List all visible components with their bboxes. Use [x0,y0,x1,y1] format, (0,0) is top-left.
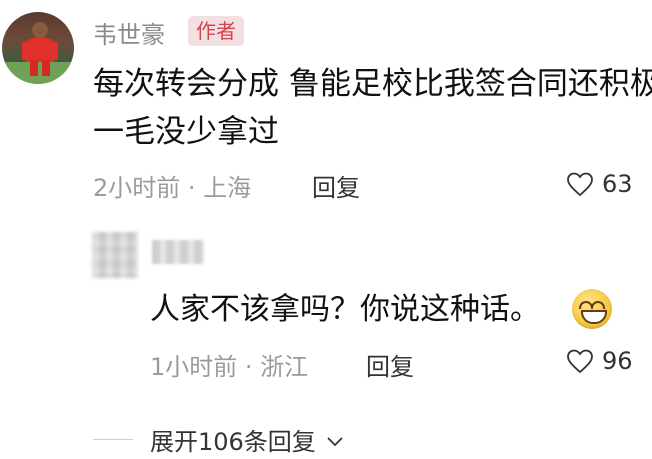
chevron-down-icon [327,437,344,447]
reply-like-button[interactable]: 96 [566,347,633,375]
smiling-face-emoji [572,289,612,329]
reply-like-count: 96 [602,347,633,375]
reply-time: 1小时前 [150,353,238,381]
reply-avatar[interactable] [92,232,138,278]
reply-username[interactable]: 用户 [152,240,204,264]
reply-reply-button[interactable]: 回复 [366,347,414,382]
heart-outline-icon [567,349,593,374]
heart-outline-icon [567,172,593,197]
expand-replies-label: 展开106条回复 [150,428,316,456]
reply-location: 浙江 [260,353,309,381]
comment-reply-button[interactable]: 回复 [312,168,360,203]
comment-meta: 2小时前 · 上海 [93,174,252,202]
expand-replies-button[interactable]: 展开106条回复 [150,422,344,457]
comment-like-button[interactable]: 63 [566,170,633,198]
comment-time: 2小时前 [93,174,181,202]
reply-meta: 1小时前 · 浙江 [150,353,309,381]
reply-text: 人家不该拿吗？你说这种话。 [150,292,540,327]
player-photo [2,22,74,84]
comment-location: 上海 [203,174,252,202]
author-badge: 作者 [188,16,244,46]
comment-text: 每次转会分成 鲁能足校比我签合同还积极 一毛没少拿过 [93,66,652,150]
author-name[interactable]: 韦世豪 [93,15,165,50]
comment-like-count: 63 [602,170,633,198]
divider [93,439,133,440]
author-avatar[interactable] [2,12,74,84]
